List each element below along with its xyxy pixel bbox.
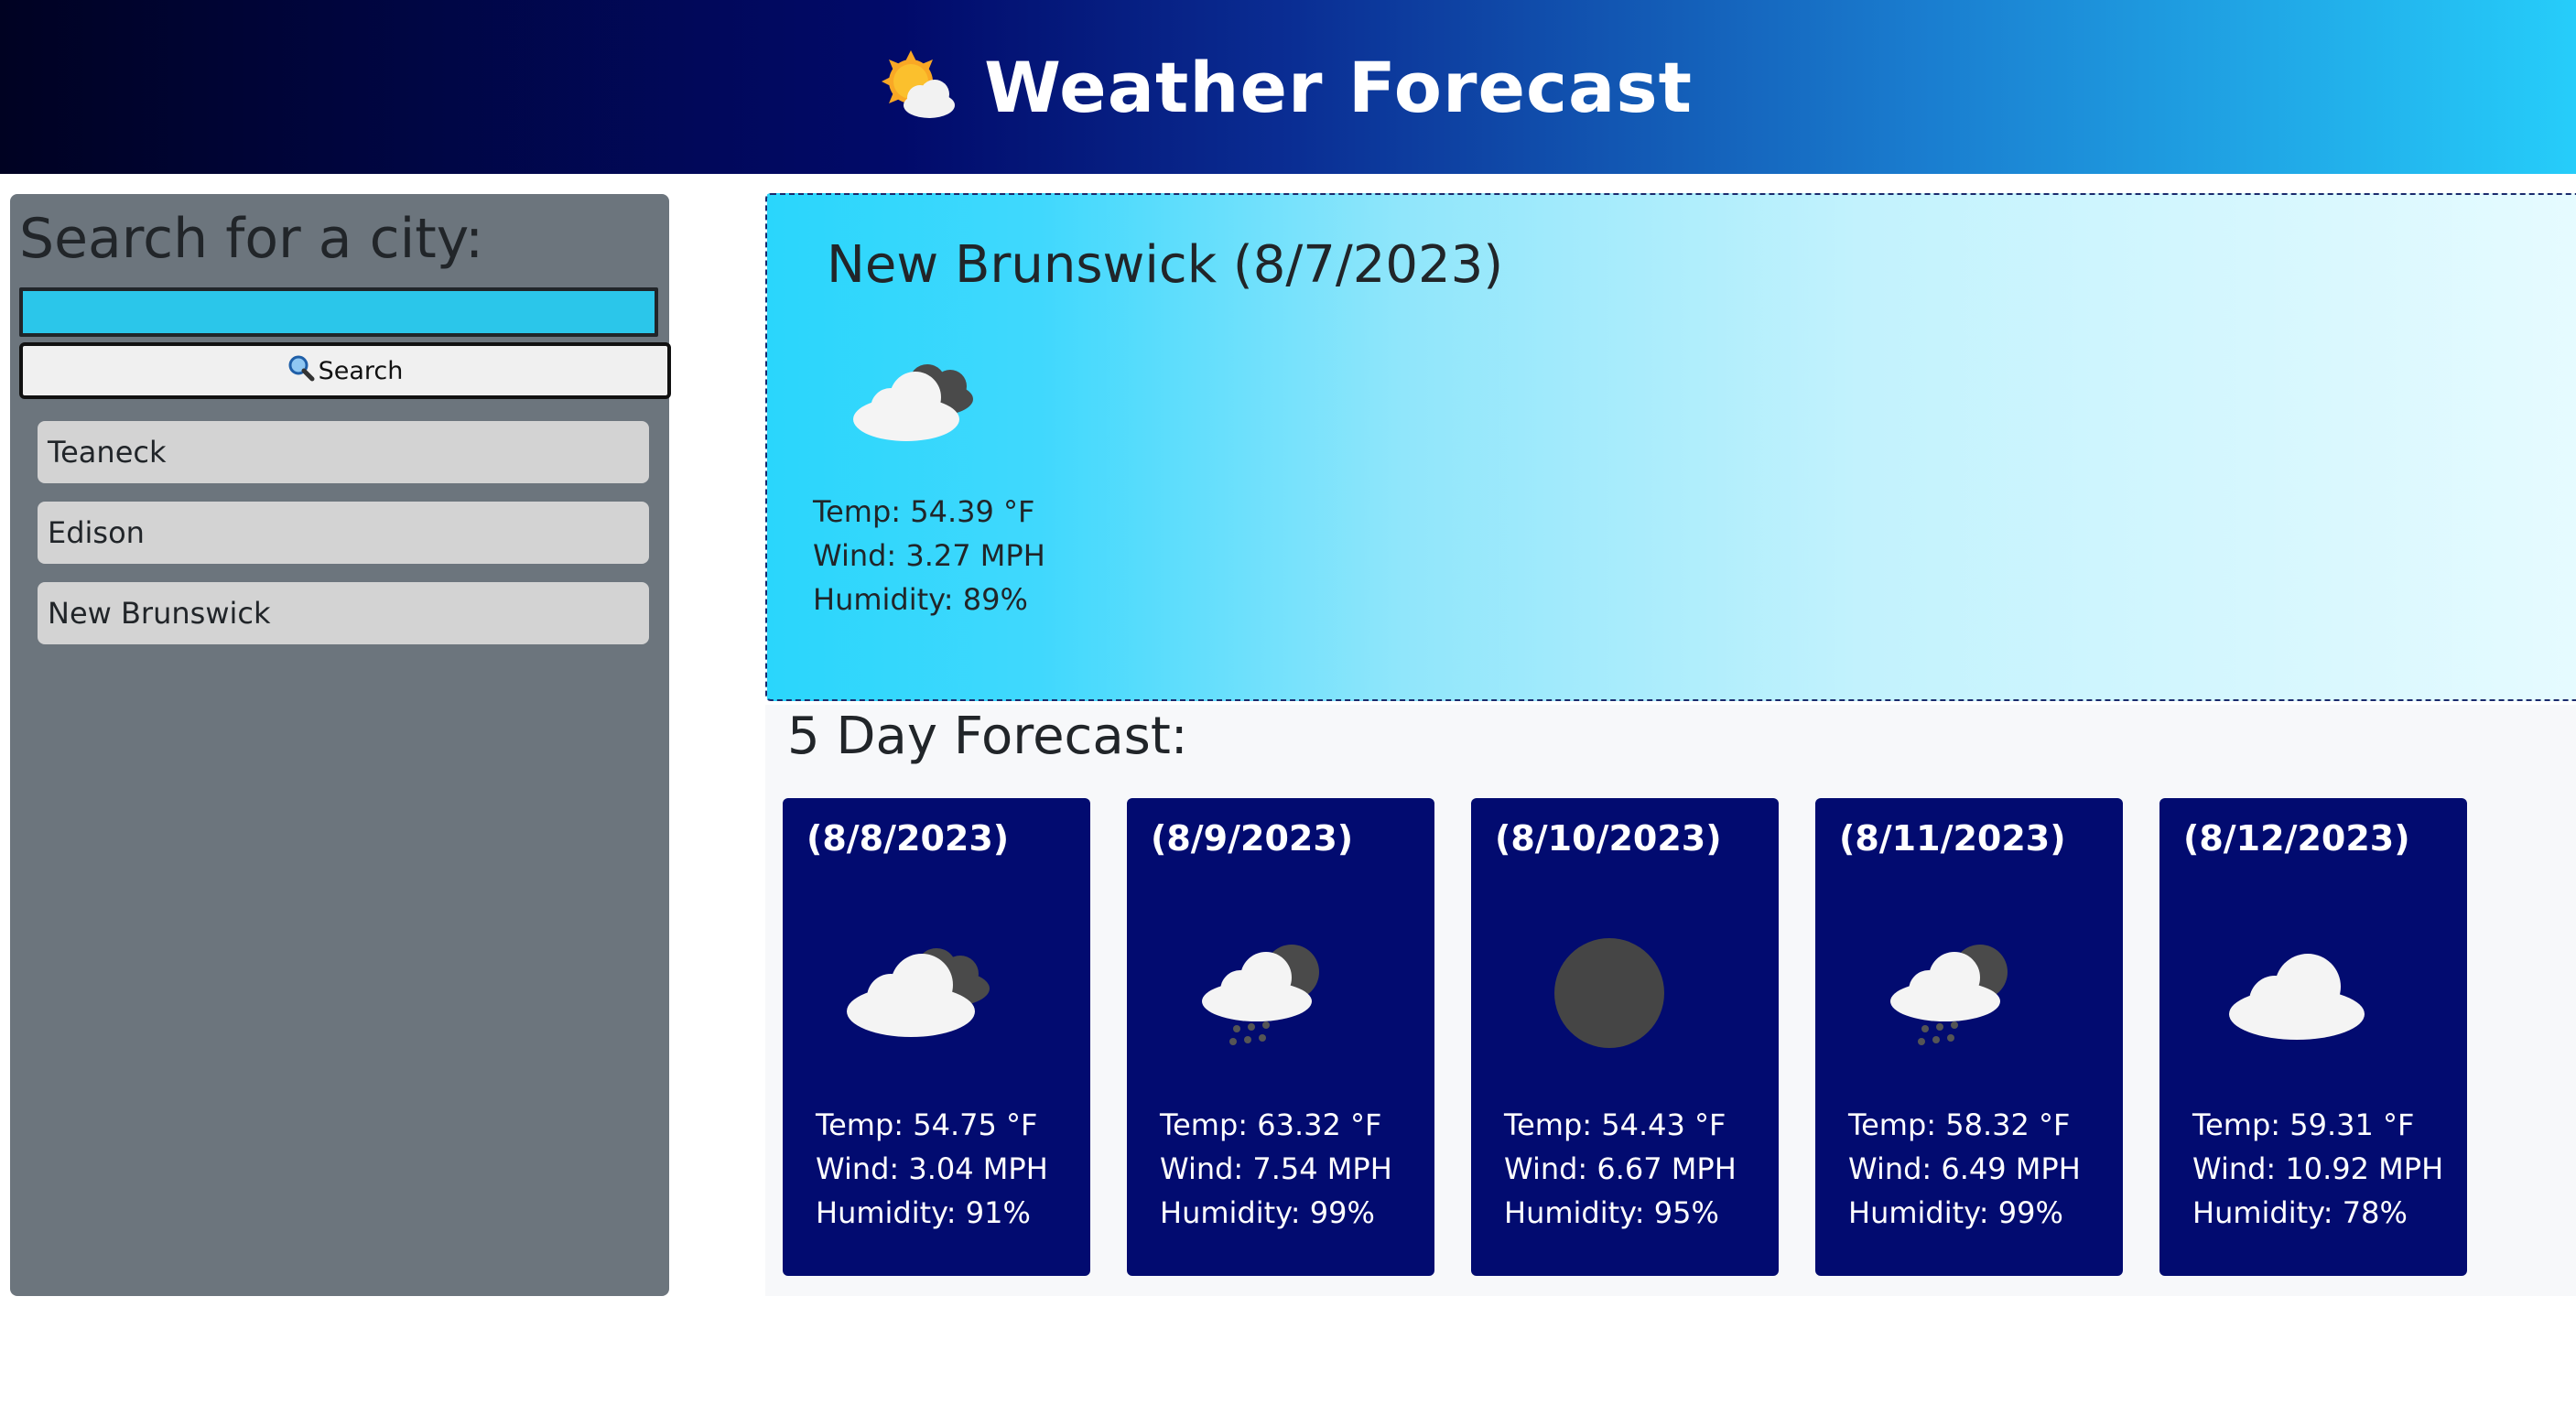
forecast-card: (8/9/2023) Temp: 63.32 °F Wind: 7.54 MPH… [1127, 798, 1434, 1276]
cloud-icon [2224, 945, 2370, 1049]
forecast-date: (8/8/2023) [806, 818, 1010, 859]
app-header: Weather Forecast [0, 0, 2576, 174]
rain-icon [1200, 934, 1328, 1056]
forecast-wind: Wind: 10.92 MPH [2192, 1151, 2444, 1186]
forecast-date: (8/9/2023) [1151, 818, 1354, 859]
forecast-section: 5 Day Forecast: (8/8/2023) Temp: 54.75 °… [765, 705, 2576, 1296]
forecast-humidity: Humidity: 78% [2192, 1195, 2408, 1230]
search-button-label: Search [318, 356, 404, 385]
forecast-temp: Temp: 54.75 °F [816, 1107, 1038, 1142]
forecast-stats: Temp: 54.43 °F Wind: 6.67 MPH Humidity: … [1504, 1103, 1737, 1235]
city-search-input[interactable] [19, 287, 658, 337]
rain-icon [1889, 934, 2017, 1056]
forecast-heading: 5 Day Forecast: [787, 707, 1188, 766]
forecast-card: (8/10/2023) Temp: 54.43 °F Wind: 6.67 MP… [1471, 798, 1779, 1276]
forecast-temp: Temp: 54.43 °F [1504, 1107, 1726, 1142]
forecast-date: (8/12/2023) [2183, 818, 2410, 859]
search-sidebar: Search for a city: Search Teaneck Edison… [10, 194, 671, 1296]
forecast-wind: Wind: 3.04 MPH [816, 1151, 1048, 1186]
forecast-humidity: Humidity: 99% [1160, 1195, 1375, 1230]
header-brand: Weather Forecast [874, 47, 1693, 128]
forecast-date: (8/10/2023) [1495, 818, 1722, 859]
forecast-stats: Temp: 59.31 °F Wind: 10.92 MPH Humidity:… [2192, 1103, 2443, 1235]
forecast-stats: Temp: 58.32 °F Wind: 6.49 MPH Humidity: … [1848, 1103, 2081, 1235]
forecast-temp: Temp: 59.31 °F [2192, 1107, 2415, 1142]
current-temp: Temp: 54.39 °F [813, 494, 1035, 529]
forecast-stats: Temp: 54.75 °F Wind: 3.04 MPH Humidity: … [816, 1103, 1048, 1235]
forecast-wind: Wind: 7.54 MPH [1160, 1151, 1392, 1186]
forecast-temp: Temp: 58.32 °F [1848, 1107, 2071, 1142]
current-city-title: New Brunswick (8/7/2023) [827, 235, 1504, 295]
current-wind: Wind: 3.27 MPH [813, 538, 1045, 573]
current-stats: Temp: 54.39 °F Wind: 3.27 MPH Humidity: … [813, 490, 1045, 621]
history-item-new-brunswick[interactable]: New Brunswick [38, 582, 649, 644]
history-item-edison[interactable]: Edison [38, 502, 649, 564]
forecast-date: (8/11/2023) [1839, 818, 2066, 859]
forecast-wind: Wind: 6.49 MPH [1848, 1151, 2081, 1186]
current-weather-card: New Brunswick (8/7/2023) Temp: 54.39 °F … [765, 193, 2576, 701]
forecast-stats: Temp: 63.32 °F Wind: 7.54 MPH Humidity: … [1160, 1103, 1392, 1235]
magnifier-icon [287, 354, 315, 388]
forecast-humidity: Humidity: 95% [1504, 1195, 1719, 1230]
forecast-card: (8/11/2023) Temp: 58.32 °F Wind: 6.49 MP… [1815, 798, 2123, 1276]
forecast-temp: Temp: 63.32 °F [1160, 1107, 1382, 1142]
forecast-humidity: Humidity: 91% [816, 1195, 1031, 1230]
search-heading: Search for a city: [19, 207, 484, 271]
page-title: Weather Forecast [984, 46, 1693, 128]
forecast-card: (8/8/2023) Temp: 54.75 °F Wind: 3.04 MPH… [783, 798, 1090, 1276]
broken-clouds-icon [838, 934, 1002, 1047]
history-item-teaneck[interactable]: Teaneck [38, 421, 649, 483]
forecast-wind: Wind: 6.67 MPH [1504, 1151, 1737, 1186]
current-humidity: Humidity: 89% [813, 582, 1028, 617]
overcast-icon [1550, 934, 1669, 1056]
forecast-card: (8/12/2023) Temp: 59.31 °F Wind: 10.92 M… [2159, 798, 2467, 1276]
search-button[interactable]: Search [19, 342, 671, 399]
broken-clouds-icon [850, 346, 987, 450]
sun-behind-cloud-icon [874, 49, 958, 125]
forecast-humidity: Humidity: 99% [1848, 1195, 2063, 1230]
